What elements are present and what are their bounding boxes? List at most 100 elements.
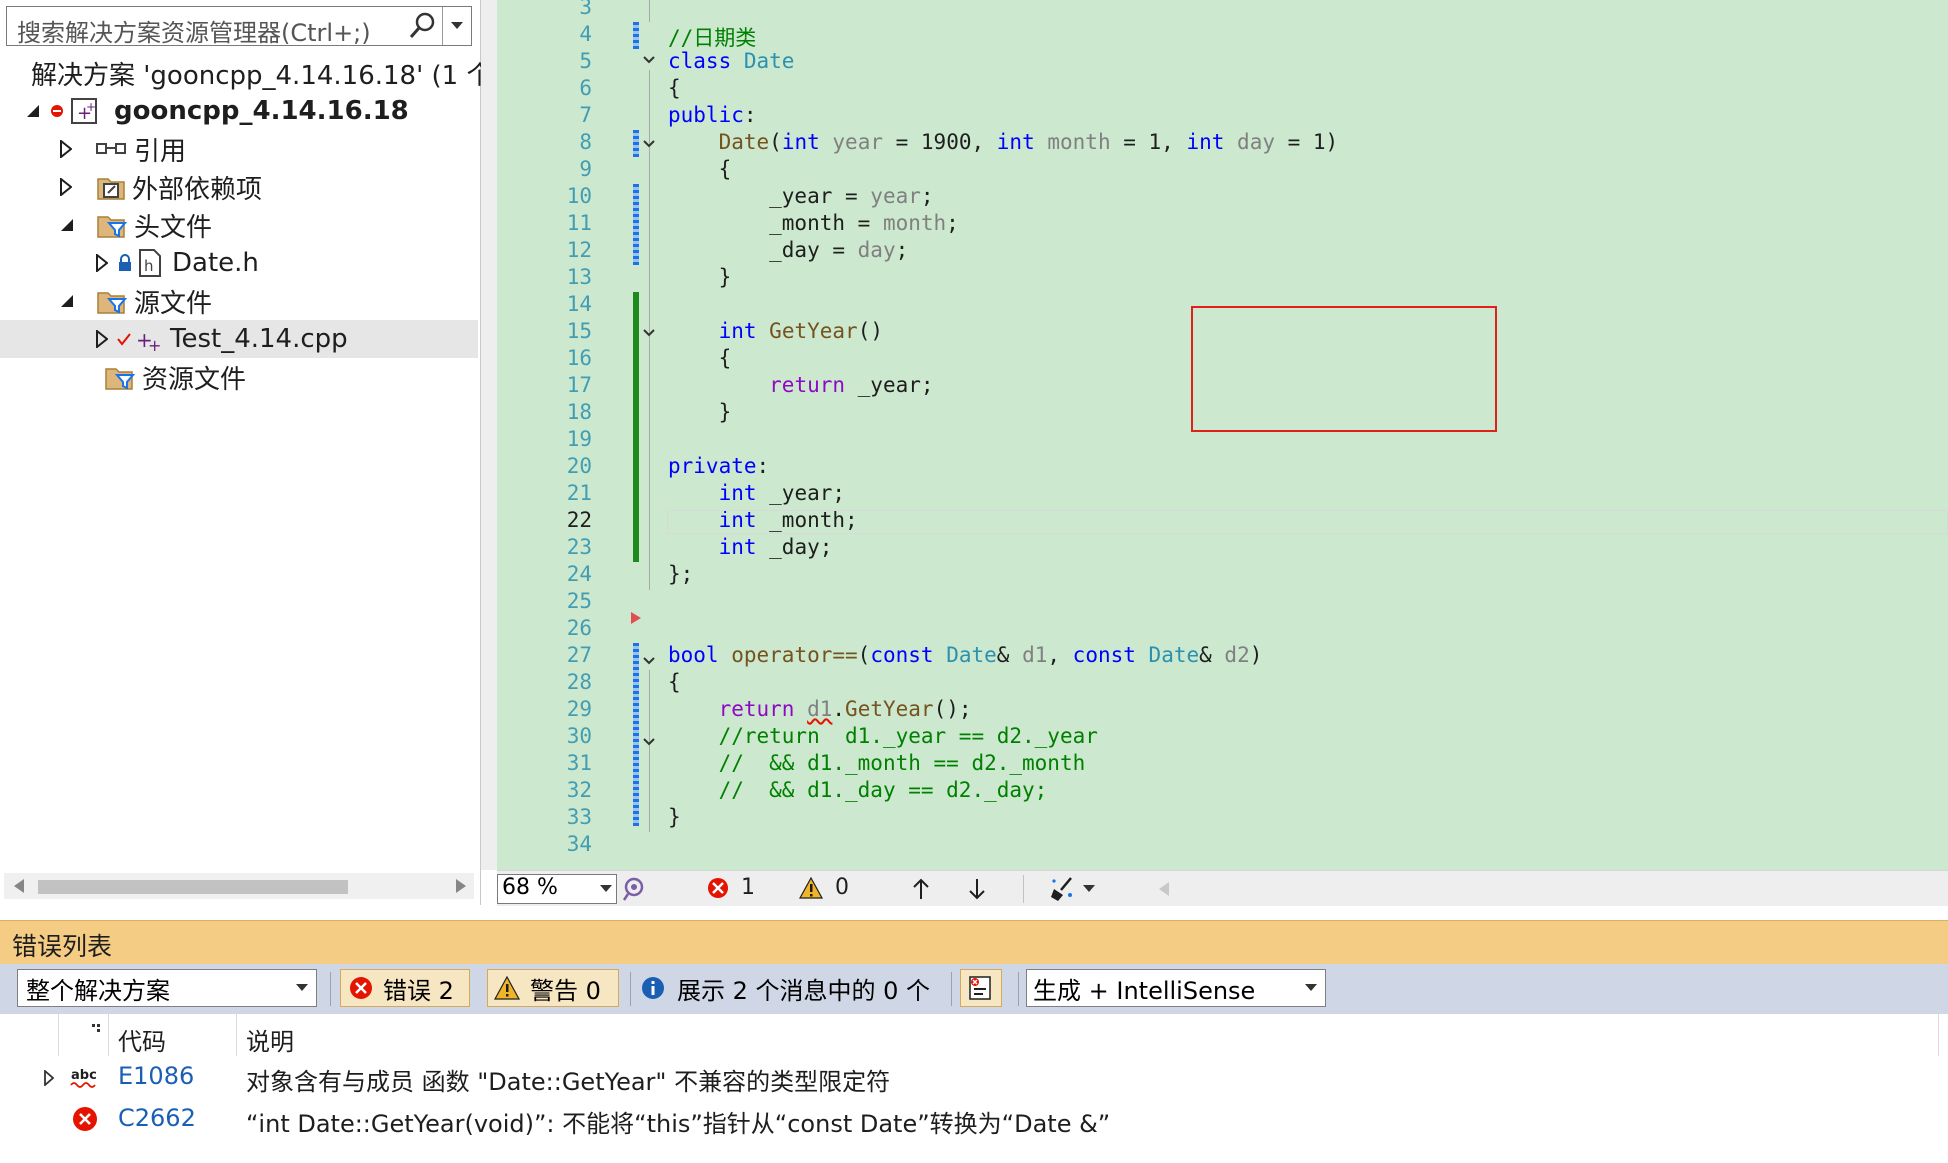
filter-folder-icon — [97, 216, 128, 238]
tree-item-date-h[interactable]: h Date.h — [0, 244, 478, 282]
error-code-link[interactable]: C2662 — [118, 1104, 196, 1132]
error-row[interactable]: C2662 “int Date::GetYear(void)”: 不能将“thi… — [0, 1098, 1948, 1140]
tree-item-references[interactable]: 引用 — [0, 130, 478, 168]
messages-filter-toggle[interactable]: 展示 2 个消息中的 0 个 — [636, 969, 946, 1007]
warnings-filter-toggle[interactable]: 警告 0 — [487, 969, 619, 1007]
scroll-left-icon[interactable] — [1159, 882, 1169, 896]
errors-filter-label: 错误 2 — [383, 976, 454, 1005]
chevron-down-icon — [451, 22, 463, 29]
errors-filter-toggle[interactable]: 错误 2 — [340, 969, 470, 1007]
line-number: 14 — [566, 292, 592, 316]
expanded-arrow-icon[interactable] — [26, 104, 40, 118]
error-count-indicator[interactable]: 1 — [707, 875, 755, 900]
open-documents-filter-button[interactable] — [960, 969, 1002, 1007]
info-icon — [642, 977, 664, 999]
test-cpp-label: Test_4.14.cpp — [170, 324, 348, 354]
collapse-icon[interactable] — [642, 326, 656, 340]
code-cleanup-icon[interactable] — [1049, 875, 1077, 903]
previous-issue-icon[interactable] — [911, 877, 931, 901]
svg-text:abc: abc — [71, 1068, 97, 1083]
error-code-link[interactable]: E1086 — [118, 1062, 194, 1090]
collapse-icon[interactable] — [642, 654, 656, 668]
line-number: 9 — [579, 157, 592, 181]
change-marker-saved — [633, 643, 639, 826]
line-number: 25 — [566, 589, 592, 613]
explorer-horizontal-scrollbar[interactable] — [4, 873, 474, 899]
code-line: _month = month; — [668, 211, 959, 235]
date-h-label: Date.h — [172, 248, 259, 278]
line-number: 27 — [566, 643, 592, 667]
column-header-code[interactable]: 代码 — [118, 1022, 166, 1057]
tree-item-project[interactable]: + + gooncpp_4.14.16.18 — [0, 92, 478, 130]
checkmark-icon — [117, 333, 131, 346]
toolbar-separator — [1023, 875, 1024, 903]
scope-dropdown[interactable]: 整个解决方案 — [17, 969, 317, 1007]
line-number: 18 — [566, 400, 592, 424]
column-options-icon[interactable] — [90, 1022, 104, 1036]
code-editor[interactable]: 3 4 5 6 7 8 9 10 11 12 13 14 15 16 17 18… — [497, 0, 1948, 870]
line-number: 7 — [579, 103, 592, 127]
scroll-left-icon[interactable] — [14, 879, 24, 893]
column-separator — [236, 1014, 237, 1056]
column-separator — [1938, 1014, 1939, 1056]
line-number: 23 — [566, 535, 592, 559]
line-number: 12 — [566, 238, 592, 262]
line-number: 28 — [566, 670, 592, 694]
tree-item-external-deps[interactable]: 外部依赖项 — [0, 168, 478, 206]
error-list-header: 代码 说明 — [0, 1014, 1948, 1057]
toolbar-separator — [330, 972, 331, 1006]
code-line: // && d1._month == d2._month — [718, 751, 1086, 775]
fold-guide — [649, 0, 650, 22]
error-list-body: abc E1086 对象含有与成员 函数 "Date::GetYear" 不兼容… — [0, 1056, 1948, 1163]
line-number: 31 — [566, 751, 592, 775]
code-line: bool operator==(const Date& d1, const Da… — [668, 643, 1263, 667]
line-number: 29 — [566, 697, 592, 721]
code-line: class Date — [668, 49, 795, 73]
search-options-dropdown[interactable] — [442, 7, 471, 45]
column-header-description[interactable]: 说明 — [246, 1022, 294, 1057]
line-number: 16 — [566, 346, 592, 370]
expanded-arrow-icon[interactable] — [60, 218, 74, 232]
next-issue-icon[interactable] — [967, 877, 987, 901]
messages-filter-label: 展示 2 个消息中的 0 个 — [677, 976, 931, 1005]
warning-count-indicator[interactable]: 0 — [799, 875, 849, 900]
scrollbar-thumb[interactable] — [38, 880, 348, 894]
collapse-icon[interactable] — [642, 53, 656, 67]
collapse-icon[interactable] — [642, 735, 656, 749]
tree-item-header-files[interactable]: 头文件 — [0, 206, 478, 244]
external-deps-label: 外部依赖项 — [132, 174, 263, 205]
code-line: { — [668, 346, 732, 370]
collapse-icon[interactable] — [642, 137, 656, 151]
collapsed-arrow-icon[interactable] — [60, 140, 72, 158]
change-marker-saved — [633, 130, 639, 157]
chevron-down-icon[interactable] — [1083, 885, 1095, 893]
intellicode-icon[interactable] — [621, 876, 647, 902]
tree-item-source-files[interactable]: 源文件 — [0, 282, 478, 320]
code-line: return d1.GetYear(); — [718, 697, 972, 721]
scroll-right-icon[interactable] — [456, 879, 466, 893]
tree-item-test-cpp[interactable]: + + Test_4.14.cpp — [0, 320, 478, 358]
explorer-search-input[interactable]: 搜索解决方案资源管理器(Ctrl+;) — [6, 6, 472, 47]
error-list-toolbar: 整个解决方案 错误 2 警告 0 展示 2 个消息中的 0 个 生成 + Int… — [0, 964, 1948, 1014]
tree-item-resource-files[interactable]: 资源文件 — [0, 358, 478, 396]
search-icon[interactable] — [407, 10, 437, 42]
build-intellisense-dropdown[interactable]: 生成 + IntelliSense — [1026, 969, 1326, 1007]
collapsed-arrow-icon[interactable] — [60, 178, 72, 196]
error-count: 1 — [741, 875, 755, 900]
code-line: } — [668, 400, 732, 424]
solution-explorer: 搜索解决方案资源管理器(Ctrl+;) 解决方案 'gooncpp_4.14.1… — [0, 0, 492, 905]
code-line: //return d1._year == d2._year — [718, 724, 1098, 748]
error-row[interactable]: abc E1086 对象含有与成员 函数 "Date::GetYear" 不兼容… — [0, 1056, 1948, 1098]
collapsed-arrow-icon[interactable] — [96, 330, 108, 348]
expanded-arrow-icon[interactable] — [60, 294, 74, 308]
code-line: _day = day; — [668, 238, 909, 262]
tree-item-solution[interactable]: 解决方案 'gooncpp_4.14.16.18' (1 个 — [0, 54, 492, 92]
chevron-down-icon — [600, 885, 612, 892]
line-number: 24 — [566, 562, 592, 586]
line-number: 17 — [566, 373, 592, 397]
code-line: _year = year; — [668, 184, 934, 208]
collapsed-arrow-icon[interactable] — [96, 254, 108, 272]
code-line: public: — [668, 103, 757, 127]
expand-arrow-icon[interactable] — [44, 1070, 54, 1086]
zoom-dropdown[interactable]: 68 % — [497, 874, 617, 904]
